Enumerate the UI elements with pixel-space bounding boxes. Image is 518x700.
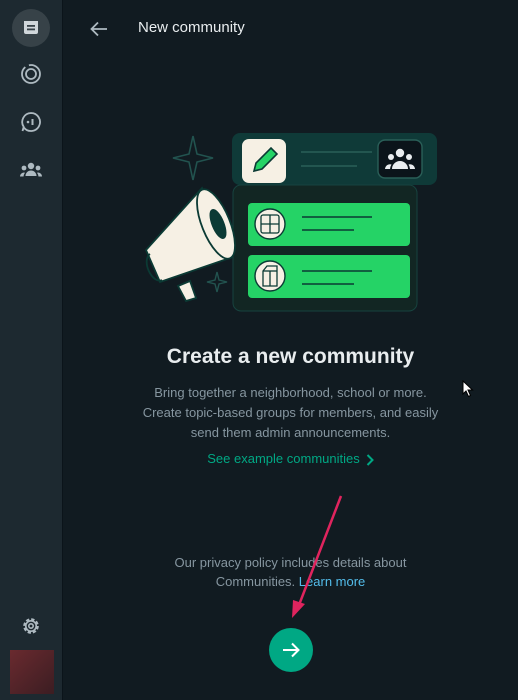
avatar[interactable] [10,650,54,694]
sparkle-large [172,135,214,181]
back-arrow-icon [90,21,107,37]
privacy-line-2-text: Communities. [215,574,296,589]
description-line-2: Create topic-based groups for members, a… [142,405,439,420]
example-link-label: See example communities [207,451,360,466]
learn-more-link[interactable]: Learn more [299,574,365,589]
settings-button[interactable] [12,607,50,645]
sparkle-small [206,271,228,293]
chats-icon [24,21,38,34]
status-button[interactable] [12,55,50,93]
communities-button[interactable] [12,151,50,189]
channels-icon [21,112,41,132]
page-title: New community [138,19,245,36]
communities-icon [20,162,42,177]
create-community-heading: Create a new community [166,345,415,368]
community-illustration [144,133,437,312]
channels-button[interactable] [12,103,50,141]
description-line-1: Bring together a neighborhood, school or… [154,385,427,400]
next-button[interactable] [269,628,313,672]
description-line-3: send them admin announcements. [190,425,391,440]
megaphone-icon [144,186,236,303]
privacy-line-2: Communities. Learn more [63,572,518,591]
privacy-line-1: Our privacy policy includes details abou… [174,555,407,570]
chevron-right-icon [366,453,374,466]
mouse-cursor-icon [462,380,474,398]
back-button[interactable] [88,18,110,40]
chats-button[interactable] [12,9,50,47]
status-icon [21,64,41,84]
settings-icon [23,618,39,634]
see-example-communities-link[interactable]: See example communities [63,451,518,466]
nav-rail [0,0,63,700]
privacy-note: Our privacy policy includes details abou… [63,553,518,591]
arrow-right-icon [283,642,300,658]
description: Bring together a neighborhood, school or… [63,383,518,443]
